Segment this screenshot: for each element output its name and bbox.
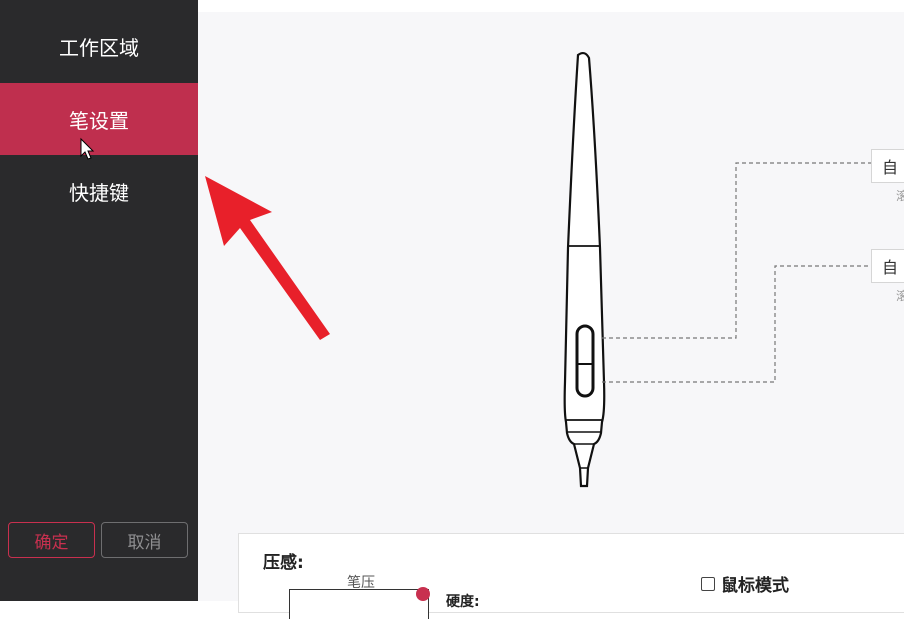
sidebar: 工作区域 笔设置 快捷键 确定 取消 bbox=[0, 0, 198, 601]
mouse-mode-toggle[interactable]: 鼠标模式 bbox=[701, 571, 789, 596]
pressure-panel: 压感: 笔压 硬度: 鼠标模式 bbox=[238, 533, 904, 619]
pen-body bbox=[563, 51, 606, 488]
sidebar-item-pen-settings[interactable]: 笔设置 bbox=[0, 83, 198, 155]
pen-lower-button-sub: 滚 bbox=[896, 289, 904, 303]
sidebar-item-work-area[interactable]: 工作区域 bbox=[0, 10, 198, 82]
pen-diagram-area: 自 滚 自 滚 bbox=[198, 12, 904, 601]
mouse-mode-label: 鼠标模式 bbox=[721, 576, 789, 596]
pen-upper-button-sub: 滚 bbox=[896, 189, 904, 203]
pen-side-button[interactable] bbox=[575, 324, 595, 398]
pen-upper-button-function[interactable]: 自 bbox=[871, 149, 904, 183]
sidebar-item-label: 快捷键 bbox=[69, 180, 129, 205]
pressure-title: 压感: bbox=[263, 553, 304, 573]
sidebar-item-label: 笔设置 bbox=[69, 108, 129, 133]
pressure-curve-handle[interactable] bbox=[416, 587, 430, 601]
pen-lower-button-function[interactable]: 自 bbox=[871, 249, 904, 283]
hardness-label: 硬度: bbox=[446, 594, 480, 610]
pen-settings-panel: 自 滚 自 滚 压感: 笔压 硬度: 鼠标模式 bbox=[198, 0, 904, 619]
sidebar-item-label: 工作区域 bbox=[59, 35, 139, 60]
pen-illustration bbox=[563, 51, 873, 488]
pressure-curve-graph[interactable] bbox=[289, 589, 429, 619]
confirm-button[interactable]: 确定 bbox=[8, 522, 95, 558]
sidebar-item-shortcuts[interactable]: 快捷键 bbox=[0, 155, 198, 227]
cancel-button[interactable]: 取消 bbox=[101, 522, 188, 558]
mouse-mode-checkbox[interactable] bbox=[701, 576, 715, 591]
